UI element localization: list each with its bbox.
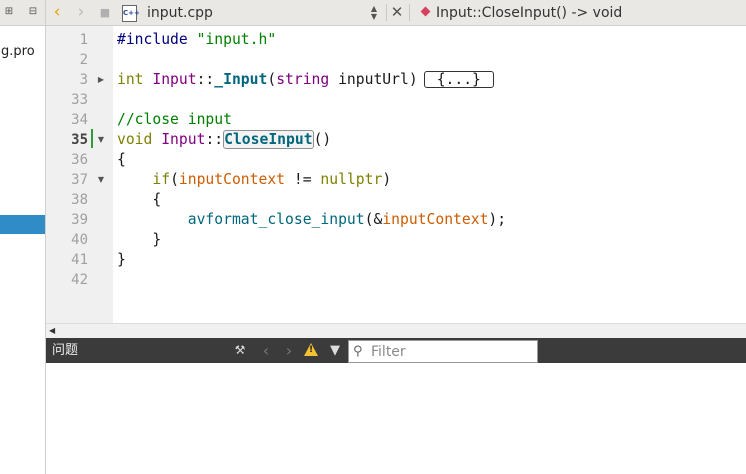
filter-input[interactable]	[371, 342, 531, 361]
horizontal-scrollbar[interactable]: ◀	[46, 323, 746, 338]
close-panel-icon[interactable]: ⊟	[26, 5, 40, 19]
symbol-navigator[interactable]: Input::CloseInput() -> void	[436, 0, 622, 26]
document-name-dropdown[interactable]: input.cpp	[147, 0, 213, 26]
token-variable: inputContext	[382, 211, 489, 228]
token-directive: #include	[117, 31, 188, 48]
line-number: 34	[71, 112, 88, 128]
prev-issue-icon[interactable]: ‹	[259, 338, 273, 363]
token-function-highlighted[interactable]: CloseInput	[223, 130, 314, 149]
code-line-36: {	[117, 150, 126, 170]
code-line-39: avformat_close_input(&inputContext);	[117, 210, 506, 230]
token-string: "input.h"	[196, 31, 277, 48]
folded-block-marker[interactable]: {...}	[423, 71, 494, 88]
line-number: 39	[71, 212, 88, 228]
token-paren: (&	[364, 211, 383, 228]
token-paren: )	[408, 71, 418, 88]
token-brace: }	[152, 231, 162, 248]
token-paren: ()	[313, 131, 332, 148]
issues-list	[46, 363, 746, 474]
close-icon[interactable]: ✕	[390, 0, 404, 25]
lock-icon[interactable]: ■	[98, 0, 112, 25]
scroll-left-icon[interactable]: ◀	[49, 324, 55, 338]
code-line-3: int Input::_Input(string inputUrl) {...}	[117, 70, 494, 90]
filter-field[interactable]: ⚲	[348, 340, 538, 363]
build-icon[interactable]: ⚒	[232, 338, 248, 363]
token-paren: );	[488, 211, 507, 228]
toolbar-divider	[409, 4, 410, 21]
chevron-left-icon[interactable]: ‹	[50, 0, 64, 25]
cpp-file-icon: C++	[122, 5, 140, 22]
code-line-38: {	[117, 190, 161, 210]
code-line-41: }	[117, 250, 126, 270]
change-marker	[91, 129, 93, 148]
fold-collapse-icon[interactable]: ▼	[96, 170, 106, 190]
token-brace: {	[152, 191, 162, 208]
editor-toolbar: ‹ › ■ C++ input.cpp ▲ ▼ ✕ Input::CloseInp…	[46, 0, 746, 26]
line-number: 42	[71, 272, 88, 288]
fold-collapse-icon[interactable]: ▼	[96, 130, 106, 150]
line-number: 1	[79, 32, 88, 48]
token-paren: (	[170, 171, 179, 188]
code-line-1: #include "input.h"	[117, 30, 276, 50]
token-scope: ::	[196, 71, 215, 88]
line-number: 2	[79, 52, 88, 68]
issues-panel-title: 问题	[52, 343, 79, 358]
line-number: 41	[71, 252, 88, 268]
split-icon[interactable]: ⊞	[2, 5, 16, 19]
token-keyword: if	[152, 171, 171, 188]
selected-tree-item[interactable]	[0, 215, 45, 234]
token-function-call: avformat_close_input	[187, 211, 365, 228]
left-project-panel: ⊞ ⊟ g.pro	[0, 0, 46, 474]
project-tree-item[interactable]: g.pro	[1, 44, 35, 59]
line-number: 33	[71, 92, 88, 108]
token-comment: //close input	[117, 111, 232, 128]
token-brace: {	[117, 151, 126, 168]
chevron-right-icon[interactable]: ›	[74, 0, 88, 25]
issues-panel-header: 问题 ⚒ ‹ › ! ▼ ⚲	[46, 338, 746, 363]
next-issue-icon[interactable]: ›	[282, 338, 296, 363]
filter-icon[interactable]: ▼	[327, 338, 343, 363]
search-icon: ⚲	[353, 344, 363, 359]
token-class: Input	[152, 71, 197, 88]
token-paren: (	[267, 71, 277, 88]
token-scope: ::	[205, 131, 224, 148]
fold-expand-icon[interactable]: ▶	[96, 70, 106, 90]
token-keyword: int	[117, 71, 144, 88]
code-line-34: //close input	[117, 110, 232, 130]
code-line-40: }	[117, 230, 161, 250]
line-number: 3	[79, 72, 88, 88]
token-keyword: nullptr	[320, 171, 383, 188]
token-keyword: void	[117, 131, 153, 148]
toolbar-divider	[386, 4, 387, 21]
token-variable: inputContext	[178, 171, 286, 188]
line-number: 37	[71, 172, 88, 188]
token-paren: )	[382, 171, 392, 188]
line-number: 38	[71, 192, 88, 208]
code-line-37: if(inputContext != nullptr)	[117, 170, 391, 190]
code-line-35: void Input::CloseInput()	[117, 130, 331, 150]
token-class: Input	[161, 131, 206, 148]
left-panel-toolbar: ⊞ ⊟	[0, 0, 45, 26]
token-function: _Input	[214, 71, 268, 88]
token-type: string	[276, 71, 330, 88]
line-number: 40	[71, 232, 88, 248]
token-operator: !=	[285, 171, 321, 188]
warning-icon[interactable]: !	[304, 343, 318, 356]
diamond-icon	[420, 6, 431, 17]
token-param: inputUrl	[338, 71, 409, 88]
current-line-number: 35	[71, 132, 88, 148]
line-number: 36	[71, 152, 88, 168]
token-brace: }	[117, 251, 126, 268]
